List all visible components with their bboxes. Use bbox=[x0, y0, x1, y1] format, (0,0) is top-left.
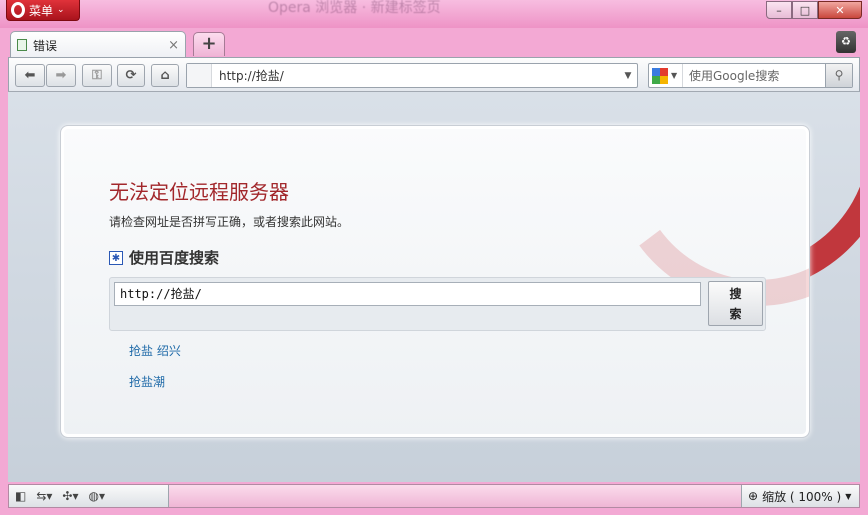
panel-toggle-icon[interactable]: ◧ bbox=[15, 489, 26, 503]
reload-icon: ⟳ bbox=[125, 68, 137, 83]
chevron-down-icon: ▼ bbox=[845, 491, 852, 501]
close-window-button[interactable]: ✕ bbox=[818, 1, 862, 19]
baidu-paw-icon: ✱ bbox=[109, 250, 123, 265]
address-input[interactable]: http://抢盐/ bbox=[212, 67, 619, 84]
opera-menu-button[interactable]: 菜单 ⌄ bbox=[6, 0, 80, 21]
baidu-search-heading: ✱ 使用百度搜索 bbox=[109, 247, 219, 268]
window-title: Opera 浏览器 · 新建标签页 bbox=[268, 0, 441, 16]
page-content: 无法定位远程服务器 请检查网址是否拼写正确，或者搜索此网站。 ✱ 使用百度搜索 … bbox=[8, 92, 860, 482]
baidu-search-button[interactable]: 搜 索 bbox=[708, 281, 763, 326]
tab-bar: 错误 × + ♻ bbox=[0, 28, 868, 58]
search-box[interactable]: ▼ 使用Google搜索 ⚲ bbox=[648, 63, 853, 88]
navigation-toolbar: ⬅ ➡ ⚿ ⟳ ⌂ http://抢盐/ ▼ ▼ 使用Google搜索 ⚲ bbox=[8, 57, 860, 92]
key-button[interactable]: ⚿ bbox=[82, 64, 112, 87]
search-icon[interactable]: ⚲ bbox=[825, 64, 852, 87]
error-subtitle: 请检查网址是否拼写正确，或者搜索此网站。 bbox=[109, 215, 350, 229]
chevron-down-icon: ⌄ bbox=[57, 5, 65, 15]
key-icon: ⚿ bbox=[92, 68, 102, 83]
zoom-label: 缩放 ( 100% ) bbox=[762, 489, 842, 504]
error-title: 无法定位远程服务器 bbox=[109, 180, 289, 204]
title-bar: Opera 浏览器 · 新建标签页 菜单 ⌄ – □ ✕ bbox=[0, 0, 868, 28]
error-card: 无法定位远程服务器 请检查网址是否拼写正确，或者搜索此网站。 ✱ 使用百度搜索 … bbox=[60, 125, 810, 438]
home-button[interactable]: ⌂ bbox=[151, 64, 179, 87]
search-engine-selector[interactable]: ▼ bbox=[649, 64, 683, 87]
chevron-down-icon: ▼ bbox=[671, 71, 678, 80]
baidu-search-panel: http://抢盐/ 搜 索 bbox=[109, 277, 766, 331]
google-icon bbox=[652, 67, 668, 84]
baidu-heading-label: 使用百度搜索 bbox=[129, 249, 220, 267]
maximize-button[interactable]: □ bbox=[792, 1, 818, 19]
arrow-left-icon: ⬅ bbox=[24, 68, 36, 83]
reload-button[interactable]: ⟳ bbox=[117, 64, 145, 87]
tab-error[interactable]: 错误 × bbox=[10, 31, 186, 58]
forward-button[interactable]: ➡ bbox=[46, 64, 76, 87]
status-bar: ◧ ⇆▾ ✣▾ ◍▾ ⊕ 缩放 ( 100% ) ▼ bbox=[8, 484, 860, 508]
menu-label: 菜单 bbox=[29, 3, 54, 18]
window-controls: – □ ✕ bbox=[766, 1, 862, 19]
chevron-down-icon[interactable]: ▼ bbox=[619, 71, 637, 81]
search-input[interactable]: 使用Google搜索 bbox=[683, 67, 825, 84]
page-icon bbox=[17, 39, 27, 51]
minimize-button[interactable]: – bbox=[766, 1, 792, 19]
unite-icon[interactable]: ✣▾ bbox=[62, 489, 78, 503]
address-bar[interactable]: http://抢盐/ ▼ bbox=[186, 63, 638, 88]
opera-logo-icon bbox=[11, 2, 25, 18]
back-button[interactable]: ⬅ bbox=[15, 64, 45, 87]
turbo-icon[interactable]: ◍▾ bbox=[89, 489, 106, 503]
suggestion-link[interactable]: 抢盐 绍兴 bbox=[129, 342, 181, 359]
zoom-control[interactable]: ⊕ 缩放 ( 100% ) ▼ bbox=[741, 485, 859, 507]
trash-icon[interactable]: ♻ bbox=[836, 31, 856, 53]
suggestion-link[interactable]: 抢盐潮 bbox=[129, 373, 165, 390]
sync-icon[interactable]: ⇆▾ bbox=[36, 489, 52, 503]
arrow-right-icon: ➡ bbox=[55, 68, 67, 83]
status-tools: ◧ ⇆▾ ✣▾ ◍▾ bbox=[9, 485, 169, 507]
home-icon: ⌂ bbox=[160, 68, 170, 83]
zoom-icon: ⊕ bbox=[748, 489, 759, 503]
baidu-search-input[interactable]: http://抢盐/ bbox=[114, 282, 701, 306]
new-tab-button[interactable]: + bbox=[193, 32, 225, 56]
tab-close-icon[interactable]: × bbox=[168, 38, 179, 53]
tab-label: 错误 bbox=[33, 38, 58, 53]
favicon-icon bbox=[187, 64, 212, 87]
